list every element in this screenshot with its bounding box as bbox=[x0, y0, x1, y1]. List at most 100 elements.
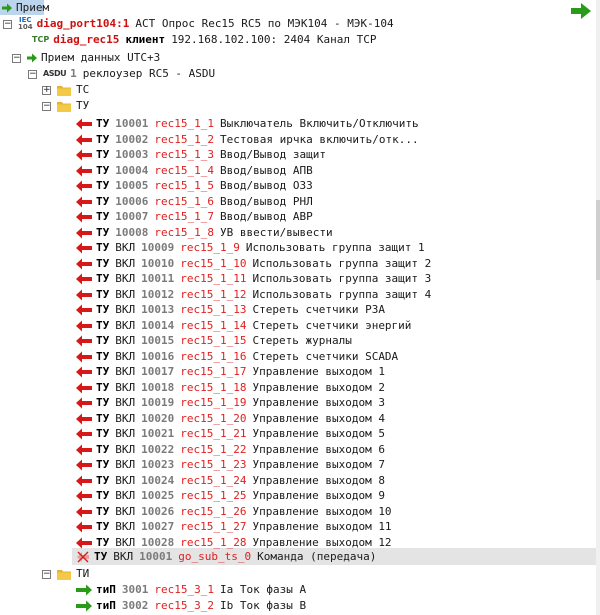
tu-number: 10027 bbox=[141, 520, 175, 533]
tree-node-tu[interactable]: ТУ ВКЛ 10023 rec15_1_23 Управление выходом 7 bbox=[76, 457, 385, 473]
folder-icon bbox=[57, 101, 71, 112]
tree-node-tu[interactable]: ТУ ВКЛ 10009 rec15_1_9 Использовать группа з… bbox=[76, 240, 425, 256]
tu-desc: Тестовая ирчка включить/отк... bbox=[219, 132, 419, 146]
tu-number: 10019 bbox=[141, 396, 175, 409]
tree-node-tu[interactable]: ТУ ВКЛ 10022 rec15_1_22 Управление выходом 6 bbox=[76, 442, 385, 458]
tu-tag: rec15_1_18 bbox=[180, 380, 247, 394]
tu-number: 10018 bbox=[141, 380, 175, 394]
arrow-right-icon bbox=[76, 584, 92, 596]
ti-type: тиП bbox=[96, 599, 116, 612]
tu-desc: Стереть журналы bbox=[252, 334, 352, 347]
tree-node-port[interactable]: − IEC 104 diag_port104:1 АСТ Опрос Rec15 … bbox=[3, 16, 394, 32]
tree-node-tu[interactable]: ТУ ВКЛ 10015 rec15_1_15 Стереть журналы bbox=[76, 333, 352, 349]
arrow-left-icon bbox=[76, 320, 92, 331]
tu-vkl: ВКЛ bbox=[115, 411, 136, 425]
tu-type: ТУ bbox=[96, 194, 110, 208]
tree-node-root[interactable]: Прием bbox=[2, 0, 49, 16]
arrow-left-icon bbox=[76, 537, 92, 548]
tree-node-tu[interactable]: ТУ 10007 rec15_1_7 Ввод/вывод АВР bbox=[76, 209, 313, 225]
tree-node-ti[interactable]: тиП 3001 rec15_3_1 Ia Ток фазы A bbox=[76, 582, 306, 598]
tree-node-tu[interactable]: ТУ ВКЛ 10013 rec15_1_13 Стереть счетчики РЗА bbox=[76, 302, 385, 318]
tu-number: 10017 bbox=[141, 365, 175, 378]
tree-node-tu[interactable]: ТУ ВКЛ 10018 rec15_1_18 Управление выходом 2 bbox=[76, 380, 385, 396]
tree-node-tu[interactable]: ТУ 10002 rec15_1_2 Тестовая ирчка включить/… bbox=[76, 132, 419, 148]
tree-node-tu[interactable]: ТУ 10006 rec15_1_6 Ввод/вывод РНЛ bbox=[76, 194, 313, 210]
tu-number: 10014 bbox=[141, 318, 175, 332]
arrow-left-icon bbox=[76, 521, 92, 533]
tree-node-tu[interactable]: ТУ ВКЛ 10016 rec15_1_16 Стереть счетчики SCA… bbox=[76, 349, 398, 365]
tree-node-ti[interactable]: тиП 3002 rec15_3_2 Ib Ток фазы B bbox=[76, 598, 306, 614]
tree-node-tu[interactable]: ТУ 10003 rec15_1_3 Ввод/Вывод защит bbox=[76, 147, 326, 163]
tree-node-client[interactable]: TCP diag_rec15 клиент 192.168.102.100: 2… bbox=[32, 32, 377, 48]
arrow-left-icon bbox=[76, 428, 92, 440]
tree-node-tu[interactable]: ТУ 10001 rec15_1_1 Выключатель Включить/Отк… bbox=[76, 116, 419, 132]
asdu-desc: реклоузер RC5 - ASDU bbox=[82, 67, 216, 80]
tu-tag: rec15_1_6 bbox=[154, 194, 214, 208]
tu-desc: Управление выходом 4 bbox=[252, 411, 385, 425]
collapse-toggle[interactable]: − bbox=[42, 569, 51, 579]
tu-tag: rec15_1_16 bbox=[180, 349, 247, 363]
tree-node-tu[interactable]: ТУ ВКЛ 10020 rec15_1_20 Управление выходом 4 bbox=[76, 411, 385, 427]
tu-vkl: ВКЛ bbox=[115, 256, 136, 270]
tu-number: 10007 bbox=[115, 210, 149, 223]
ti-desc: Ia Ток фазы A bbox=[219, 583, 307, 596]
folder-label: ТС bbox=[76, 83, 90, 96]
tu-number: 10011 bbox=[141, 272, 175, 285]
tu-vkl: ВКЛ bbox=[115, 489, 136, 502]
tu-tag: rec15_1_19 bbox=[180, 396, 247, 409]
collapse-toggle[interactable]: − bbox=[28, 69, 37, 79]
tree-node-tu[interactable]: ТУ ВКЛ 10021 rec15_1_21 Управление выходом 5 bbox=[76, 426, 385, 442]
arrow-left-icon bbox=[76, 273, 92, 285]
tree-node-tu[interactable]: ТУ 10004 rec15_1_4 Ввод/вывод АПВ bbox=[76, 163, 313, 179]
tu-type: ТУ bbox=[96, 442, 110, 456]
tree-node-tu[interactable]: ТУ ВКЛ 10019 rec15_1_19 Управление выходом 3 bbox=[76, 395, 385, 411]
tu-type: ТУ bbox=[96, 334, 110, 347]
tu-type: ТУ bbox=[96, 349, 110, 363]
tree-node-tu[interactable]: ТУ ВКЛ 10010 rec15_1_10 Использовать группа … bbox=[76, 256, 431, 272]
tree-node-tu[interactable]: ТУ ВКЛ 10025 rec15_1_25 Управление выходом 9 bbox=[76, 488, 385, 504]
tu-number: 10006 bbox=[115, 194, 149, 208]
collapse-toggle[interactable]: − bbox=[3, 19, 12, 29]
tree-node-receive[interactable]: − Прием данных UTC+3 bbox=[12, 50, 160, 66]
vertical-scrollbar[interactable] bbox=[596, 0, 600, 615]
tree-node-tu[interactable]: ТУ ВКЛ 10011 rec15_1_11 Использовать группа … bbox=[76, 271, 431, 287]
arrow-right-icon bbox=[2, 3, 12, 13]
tree-node-asdu[interactable]: − ASDU 1 реклоузер RC5 - ASDU bbox=[28, 66, 215, 82]
expand-toggle[interactable]: + bbox=[42, 85, 51, 95]
tree-node-tu[interactable]: ТУ ВКЛ 10026 rec15_1_26 Управление выходом 1… bbox=[76, 504, 392, 520]
tu-type: ТУ bbox=[96, 287, 110, 301]
arrow-left-icon bbox=[76, 459, 92, 471]
arrow-left-icon bbox=[76, 444, 92, 455]
tu-vkl: ВКЛ bbox=[115, 380, 136, 394]
collapse-toggle[interactable]: − bbox=[12, 53, 21, 63]
arrow-left-icon bbox=[76, 475, 92, 486]
green-arrow-icon[interactable] bbox=[570, 2, 592, 20]
tree-node-tu[interactable]: ТУ ВКЛ 10012 rec15_1_12 Использовать группа … bbox=[76, 287, 431, 303]
tu-vkl: ВКЛ bbox=[115, 458, 136, 471]
tree-node-tu[interactable]: ТУ ВКЛ 10017 rec15_1_17 Управление выходом 1 bbox=[76, 364, 385, 380]
tree-node-folder-tu[interactable]: − ТУ bbox=[42, 98, 89, 114]
tu-tag: rec15_1_1 bbox=[154, 117, 214, 130]
tree-node-tu[interactable]: ТУ 10008 rec15_1_8 УВ ввести/вывести bbox=[76, 225, 333, 241]
tree-node-folder-ts[interactable]: + ТС bbox=[42, 82, 89, 98]
tu-number: 10010 bbox=[141, 256, 175, 270]
tree-node-folder-ti[interactable]: − ТИ bbox=[42, 566, 89, 582]
ti-tag: rec15_3_1 bbox=[154, 583, 214, 596]
tu-tag: rec15_1_26 bbox=[180, 504, 247, 518]
arrow-left-icon bbox=[76, 413, 92, 424]
tu-vkl: ВКЛ bbox=[115, 349, 136, 363]
tree-node-tu[interactable]: ТУ 10005 rec15_1_5 Ввод/вывод ОЗЗ bbox=[76, 178, 313, 194]
tree-node-tu[interactable]: ТУ ВКЛ 10027 rec15_1_27 Управление выходом 1… bbox=[76, 519, 392, 535]
collapse-toggle[interactable]: − bbox=[42, 101, 51, 111]
tu-tag: rec15_1_23 bbox=[180, 458, 247, 471]
tu-tag: rec15_1_12 bbox=[180, 287, 247, 301]
arrow-left-icon bbox=[76, 506, 92, 517]
folder-label: ТИ bbox=[76, 567, 90, 580]
tu-tag: rec15_1_7 bbox=[154, 210, 214, 223]
tu-vkl: ВКЛ bbox=[115, 241, 136, 254]
tree-node-tu-special[interactable]: ТУ ВКЛ 10001 go_sub_ts_0 Команда (переда… bbox=[76, 549, 376, 565]
scrollbar-thumb[interactable] bbox=[596, 200, 600, 280]
tree-node-tu[interactable]: ТУ ВКЛ 10014 rec15_1_14 Стереть счетчики эне… bbox=[76, 318, 411, 334]
tu-number: 10005 bbox=[115, 179, 149, 192]
tree-node-tu[interactable]: ТУ ВКЛ 10024 rec15_1_24 Управление выходом 8 bbox=[76, 473, 385, 489]
